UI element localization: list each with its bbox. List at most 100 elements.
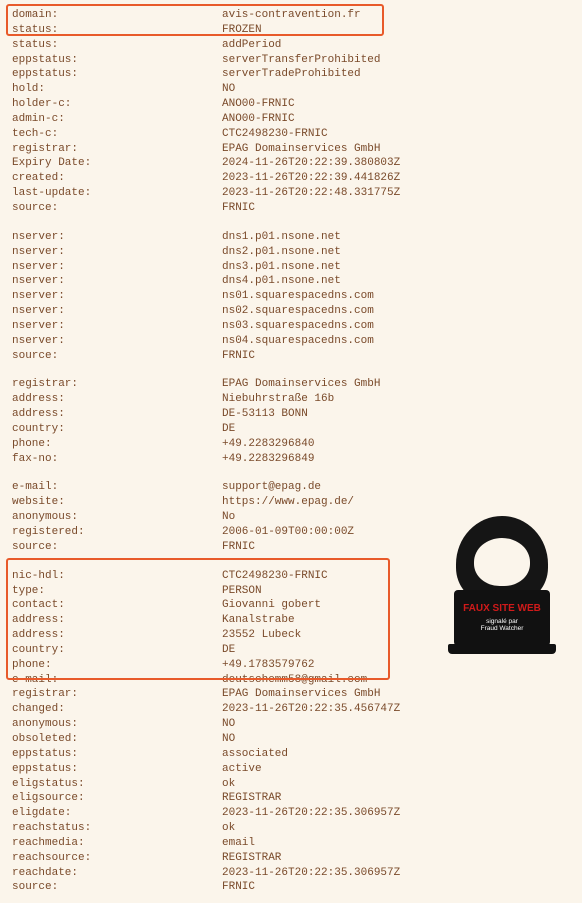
whois-row: registrar:EPAG Domainservices GmbH <box>12 687 570 702</box>
whois-value: NO <box>222 82 570 97</box>
whois-row: eppstatus:serverTradeProhibited <box>12 67 570 82</box>
whois-value: FRNIC <box>222 880 570 895</box>
whois-value: dns2.p01.nsone.net <box>222 245 570 260</box>
whois-row: eligsource:REGISTRAR <box>12 791 570 806</box>
whois-value: serverTradeProhibited <box>222 67 570 82</box>
whois-key: e-mail: <box>12 673 222 688</box>
whois-key: reachmedia: <box>12 836 222 851</box>
whois-row: country:DE <box>12 422 570 437</box>
whois-key: domain: <box>12 8 222 23</box>
whois-value: DE-53113 BONN <box>222 407 570 422</box>
whois-value: EPAG Domainservices GmbH <box>222 687 570 702</box>
whois-value: FRNIC <box>222 349 570 364</box>
whois-key: address: <box>12 613 222 628</box>
whois-value: email <box>222 836 570 851</box>
whois-value: ANO00-FRNIC <box>222 97 570 112</box>
whois-key: website: <box>12 495 222 510</box>
whois-value: +49.2283296840 <box>222 437 570 452</box>
whois-value: avis-contravention.fr <box>222 8 570 23</box>
whois-row: last-update:2023-11-26T20:22:48.331775Z <box>12 186 570 201</box>
whois-key: eppstatus: <box>12 762 222 777</box>
whois-row: tech-c:CTC2498230-FRNIC <box>12 127 570 142</box>
whois-key: status: <box>12 38 222 53</box>
whois-value: 2024-11-26T20:22:39.380803Z <box>222 156 570 171</box>
whois-row: source:FRNIC <box>12 880 570 895</box>
whois-value: REGISTRAR <box>222 791 570 806</box>
whois-value: FROZEN <box>222 23 570 38</box>
whois-value: FRNIC <box>222 201 570 216</box>
whois-value: EPAG Domainservices GmbH <box>222 142 570 157</box>
whois-row: created:2023-11-26T20:22:39.441826Z <box>12 171 570 186</box>
whois-value: REGISTRAR <box>222 851 570 866</box>
whois-key: nserver: <box>12 289 222 304</box>
whois-value: ANO00-FRNIC <box>222 112 570 127</box>
whois-row: eppstatus:serverTransferProhibited <box>12 53 570 68</box>
signale-text: signalé par Fraud Watcher <box>481 618 524 632</box>
whois-key: anonymous: <box>12 510 222 525</box>
whois-row-contact: e-mail:deutschemm58@gmail.com <box>12 673 570 688</box>
whois-value: ns02.squarespacedns.com <box>222 304 570 319</box>
whois-row: nserver:ns02.squarespacedns.com <box>12 304 570 319</box>
whois-row: eppstatus:associated <box>12 747 570 762</box>
whois-value: deutschemm58@gmail.com <box>222 673 570 688</box>
whois-value: Niebuhrstraße 16b <box>222 392 570 407</box>
whois-row: reachsource:REGISTRAR <box>12 851 570 866</box>
whois-value: 2023-11-26T20:22:48.331775Z <box>222 186 570 201</box>
whois-key: country: <box>12 643 222 658</box>
whois-value: support@epag.de <box>222 480 570 495</box>
whois-row: holder-c:ANO00-FRNIC <box>12 97 570 112</box>
whois-key: type: <box>12 584 222 599</box>
whois-key: registrar: <box>12 687 222 702</box>
whois-value: ns01.squarespacedns.com <box>222 289 570 304</box>
whois-key: eligdate: <box>12 806 222 821</box>
whois-value: 2023-11-26T20:22:35.456747Z <box>222 702 570 717</box>
whois-row: anonymous:NO <box>12 717 570 732</box>
whois-key: nserver: <box>12 274 222 289</box>
whois-row: reachstatus:ok <box>12 821 570 836</box>
whois-row: nserver:dns3.p01.nsone.net <box>12 260 570 275</box>
whois-key: eligstatus: <box>12 777 222 792</box>
whois-row: address:Niebuhrstraße 16b <box>12 392 570 407</box>
whois-key: phone: <box>12 437 222 452</box>
whois-row: e-mail:support@epag.de <box>12 480 570 495</box>
whois-row: phone:+49.2283296840 <box>12 437 570 452</box>
whois-value: ok <box>222 821 570 836</box>
whois-value: 2023-11-26T20:22:35.306957Z <box>222 806 570 821</box>
whois-value: serverTransferProhibited <box>222 53 570 68</box>
whois-key: country: <box>12 422 222 437</box>
whois-value: NO <box>222 717 570 732</box>
whois-value: ns04.squarespacedns.com <box>222 334 570 349</box>
faux-site-web-text: FAUX SITE WEB <box>463 604 541 615</box>
whois-row: website:https://www.epag.de/ <box>12 495 570 510</box>
whois-row: obsoleted:NO <box>12 732 570 747</box>
whois-row-top: domain:avis-contravention.fr <box>12 8 570 23</box>
whois-key: reachdate: <box>12 866 222 881</box>
whois-key: source: <box>12 349 222 364</box>
whois-row: registrar:EPAG Domainservices GmbH <box>12 377 570 392</box>
whois-key: nserver: <box>12 334 222 349</box>
whois-key: address: <box>12 628 222 643</box>
laptop-icon: FAUX SITE WEB signalé par Fraud Watcher <box>454 590 550 646</box>
blank-line <box>12 363 570 377</box>
whois-row: nserver:ns03.squarespacedns.com <box>12 319 570 334</box>
whois-key: tech-c: <box>12 127 222 142</box>
whois-value: dns4.p01.nsone.net <box>222 274 570 289</box>
whois-row: reachmedia:email <box>12 836 570 851</box>
whois-key: anonymous: <box>12 717 222 732</box>
laptop-base-icon <box>448 644 556 654</box>
whois-row: reachdate:2023-11-26T20:22:35.306957Z <box>12 866 570 881</box>
whois-key: nserver: <box>12 230 222 245</box>
whois-row: Expiry Date:2024-11-26T20:22:39.380803Z <box>12 156 570 171</box>
whois-value: dns1.p01.nsone.net <box>222 230 570 245</box>
whois-row: nserver:ns01.squarespacedns.com <box>12 289 570 304</box>
whois-key: eppstatus: <box>12 67 222 82</box>
blank-line <box>12 466 570 480</box>
fraud-watcher-sticker: FAUX SITE WEB signalé par Fraud Watcher <box>446 510 558 660</box>
whois-key: obsoleted: <box>12 732 222 747</box>
whois-key: reachstatus: <box>12 821 222 836</box>
whois-key: created: <box>12 171 222 186</box>
whois-key: eligsource: <box>12 791 222 806</box>
whois-row: nserver:dns1.p01.nsone.net <box>12 230 570 245</box>
whois-key: address: <box>12 407 222 422</box>
whois-key: registered: <box>12 525 222 540</box>
